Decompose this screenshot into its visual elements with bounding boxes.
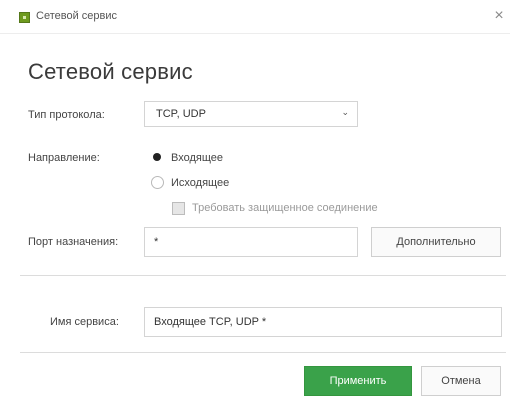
advanced-button[interactable]: Дополнительно [371, 227, 501, 257]
app-shield-icon [19, 12, 30, 23]
port-label: Порт назначения: [28, 236, 119, 248]
cancel-button[interactable]: Отмена [421, 366, 501, 396]
protocol-label: Тип протокола: [28, 109, 105, 121]
radio-incoming[interactable] [151, 151, 164, 164]
protocol-select[interactable]: TCP, UDP ⌄ [144, 101, 358, 127]
chevron-down-icon: ⌄ [341, 107, 349, 117]
radio-outgoing[interactable] [151, 176, 164, 189]
window-title: Сетевой сервис [36, 10, 117, 22]
radio-incoming-label: Входящее [171, 152, 224, 164]
direction-label: Направление: [28, 152, 100, 164]
title-bar: Сетевой сервис × [0, 0, 510, 34]
dialog-heading: Сетевой сервис [28, 59, 193, 84]
secure-connection-checkbox[interactable] [172, 202, 185, 215]
port-input[interactable]: * [144, 227, 358, 257]
port-input-value: * [154, 236, 159, 248]
protocol-select-value: TCP, UDP [156, 108, 206, 120]
divider [20, 275, 506, 276]
service-name-input[interactable]: Входящее TCP, UDP * [144, 307, 502, 337]
radio-outgoing-label: Исходящее [171, 177, 230, 189]
footer-divider [20, 352, 506, 353]
apply-button[interactable]: Применить [304, 366, 412, 396]
secure-connection-label: Требовать защищенное соединение [192, 202, 378, 214]
service-name-value: Входящее TCP, UDP * [154, 316, 267, 328]
service-name-label: Имя сервиса: [50, 316, 119, 328]
close-icon[interactable]: × [490, 5, 508, 27]
